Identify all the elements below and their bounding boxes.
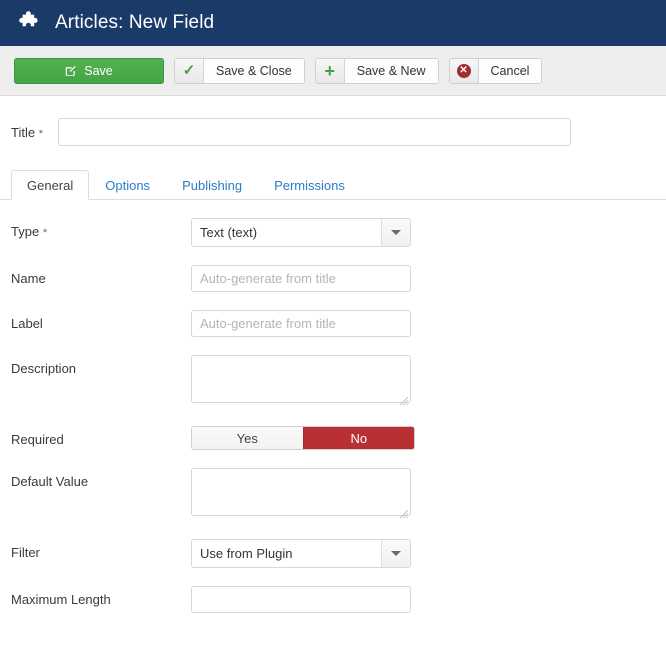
puzzle-piece-icon xyxy=(16,10,42,36)
page-content: Title * General Options Publishing Permi… xyxy=(0,96,666,613)
description-label: Description xyxy=(11,355,191,376)
field-row-name: Name xyxy=(11,265,666,292)
chevron-down-icon[interactable] xyxy=(381,540,410,567)
tab-general[interactable]: General xyxy=(11,170,89,200)
tab-options[interactable]: Options xyxy=(89,170,166,200)
maximum-length-label: Maximum Length xyxy=(11,586,191,607)
pencil-square-icon xyxy=(65,65,77,77)
required-asterisk: * xyxy=(39,128,43,140)
field-row-filter: Filter Use from Plugin xyxy=(11,539,666,568)
save-new-button-label: Save & New xyxy=(345,59,438,83)
field-row-default-value: Default Value xyxy=(11,468,666,521)
maximum-length-input[interactable] xyxy=(191,586,411,613)
cancel-button[interactable]: ✕ Cancel xyxy=(449,58,543,84)
default-value-textarea[interactable] xyxy=(191,468,411,516)
label-control xyxy=(191,310,411,337)
filter-select-value: Use from Plugin xyxy=(192,540,381,567)
name-input[interactable] xyxy=(191,265,411,292)
title-input[interactable] xyxy=(58,118,571,146)
name-label: Name xyxy=(11,265,191,286)
filter-label: Filter xyxy=(11,539,191,560)
save-close-button[interactable]: ✓ Save & Close xyxy=(174,58,305,84)
chevron-down-icon[interactable] xyxy=(381,219,410,246)
tab-bar: General Options Publishing Permissions xyxy=(0,167,666,200)
check-icon: ✓ xyxy=(175,59,204,83)
required-label: Required xyxy=(11,426,191,447)
required-toggle[interactable]: Yes No xyxy=(191,426,415,450)
toolbar: Save ✓ Save & Close + Save & New ✕ Cance… xyxy=(0,46,666,96)
field-row-required: Required Yes No xyxy=(11,426,666,450)
save-button-label: Save xyxy=(84,64,113,78)
type-required-asterisk: * xyxy=(43,227,47,239)
label-label: Label xyxy=(11,310,191,331)
type-label-text: Type xyxy=(11,224,39,239)
title-field-row: Title * xyxy=(0,96,666,146)
field-row-type: Type * Text (text) xyxy=(11,218,666,247)
cancel-circle-icon: ✕ xyxy=(450,59,479,83)
plus-icon: + xyxy=(316,59,345,83)
required-toggle-no[interactable]: No xyxy=(303,427,415,449)
title-field-label: Title * xyxy=(11,125,58,140)
name-control xyxy=(191,265,411,292)
description-textarea[interactable] xyxy=(191,355,411,403)
field-row-label: Label xyxy=(11,310,666,337)
type-control: Text (text) xyxy=(191,218,411,247)
save-close-button-label: Save & Close xyxy=(204,59,304,83)
field-row-maximum-length: Maximum Length xyxy=(11,586,666,613)
default-value-control xyxy=(191,468,411,521)
save-button[interactable]: Save xyxy=(14,58,164,84)
type-select[interactable]: Text (text) xyxy=(191,218,411,247)
type-select-value: Text (text) xyxy=(192,219,381,246)
tab-publishing[interactable]: Publishing xyxy=(166,170,258,200)
required-toggle-yes[interactable]: Yes xyxy=(192,427,303,449)
page-header: Articles: New Field xyxy=(0,0,666,46)
default-value-label: Default Value xyxy=(11,468,191,489)
page-title: Articles: New Field xyxy=(55,12,214,34)
type-label: Type * xyxy=(11,218,191,239)
field-row-description: Description xyxy=(11,355,666,408)
save-new-button[interactable]: + Save & New xyxy=(315,58,439,84)
filter-control: Use from Plugin xyxy=(191,539,411,568)
maximum-length-control xyxy=(191,586,411,613)
title-field-label-text: Title xyxy=(11,125,35,140)
cancel-button-label: Cancel xyxy=(479,59,542,83)
filter-select[interactable]: Use from Plugin xyxy=(191,539,411,568)
label-input[interactable] xyxy=(191,310,411,337)
required-control: Yes No xyxy=(191,426,415,450)
tab-permissions[interactable]: Permissions xyxy=(258,170,361,200)
general-tab-panel: Type * Text (text) Name Label xyxy=(0,200,666,613)
description-control xyxy=(191,355,411,408)
